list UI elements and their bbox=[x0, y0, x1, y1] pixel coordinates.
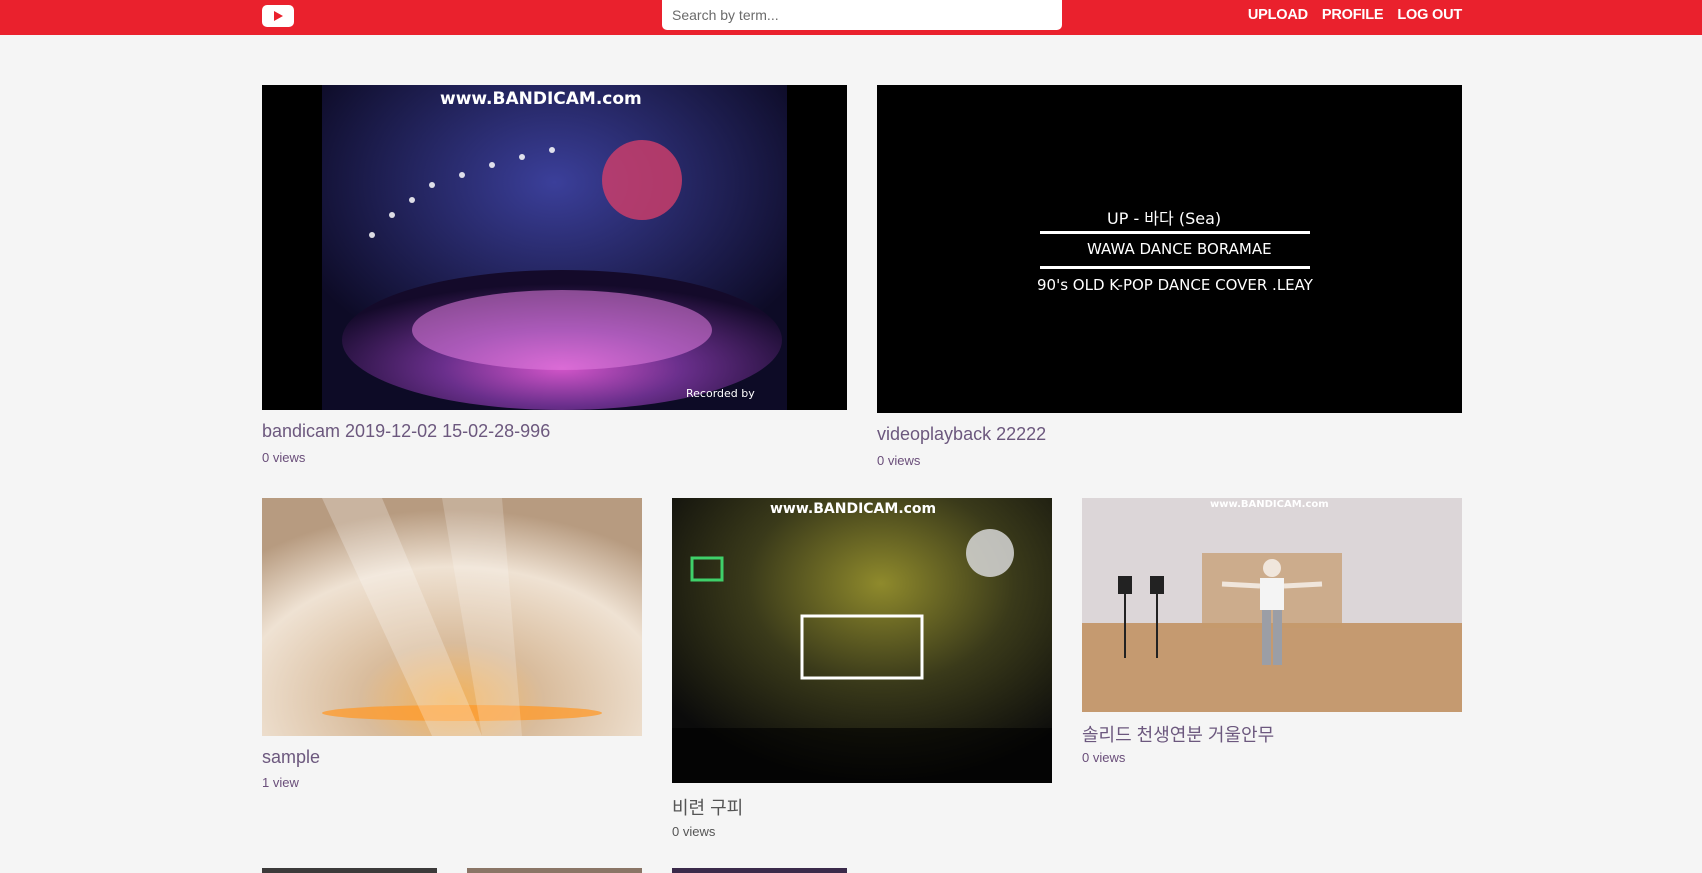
divider bbox=[1040, 266, 1310, 269]
watermark-text: www.BANDICAM.com bbox=[440, 89, 642, 109]
video-title[interactable]: bandicam 2019-12-02 15-02-28-996 bbox=[262, 421, 550, 442]
video-views: 1 view bbox=[262, 775, 299, 790]
video-thumbnail[interactable]: www.BANDICAM.com bbox=[1082, 498, 1462, 712]
video-title[interactable]: videoplayback 22222 bbox=[877, 424, 1046, 445]
video-title[interactable]: 비련 구피 bbox=[672, 794, 743, 820]
tv-show-image bbox=[672, 498, 1052, 783]
video-views: 0 views bbox=[672, 824, 716, 839]
video-thumbnail[interactable] bbox=[262, 868, 437, 873]
logout-link[interactable]: LOG OUT bbox=[1397, 7, 1462, 23]
video-thumbnail[interactable]: UP - 바다 (Sea) WAWA DANCE BORAMAE 90's OL… bbox=[877, 85, 1462, 413]
video-title[interactable]: 솔리드 천생연분 거울안무 bbox=[1082, 721, 1274, 747]
video-thumbnail[interactable] bbox=[672, 868, 847, 873]
watermark-text: www.BANDICAM.com bbox=[1210, 499, 1329, 510]
search-input[interactable] bbox=[662, 0, 1062, 30]
thumbnail-caption-line: WAWA DANCE BORAMAE bbox=[1087, 240, 1272, 258]
video-title[interactable]: sample bbox=[262, 747, 320, 768]
concert-stage-image bbox=[322, 85, 787, 410]
recorded-by-text: Recorded by bbox=[686, 387, 755, 400]
top-nav: UPLOAD PROFILE LOG OUT bbox=[1248, 0, 1462, 30]
video-thumbnail[interactable] bbox=[467, 868, 642, 873]
light-rays-image bbox=[262, 498, 642, 736]
youtube-logo-icon[interactable] bbox=[262, 5, 294, 27]
profile-link[interactable]: PROFILE bbox=[1322, 7, 1384, 23]
video-views: 0 views bbox=[1082, 750, 1126, 765]
watermark-text: www.BANDICAM.com bbox=[770, 501, 937, 517]
upload-link[interactable]: UPLOAD bbox=[1248, 7, 1308, 23]
video-thumbnail[interactable] bbox=[262, 498, 642, 736]
video-views: 0 views bbox=[262, 450, 306, 465]
thumbnail-caption-line: UP - 바다 (Sea) bbox=[1107, 209, 1222, 228]
play-icon bbox=[274, 11, 283, 21]
top-bar: UPLOAD PROFILE LOG OUT bbox=[0, 0, 1702, 35]
video-views: 0 views bbox=[877, 453, 921, 468]
thumbnail-caption-line: 90's OLD K-POP DANCE COVER .LEAY bbox=[1037, 276, 1313, 294]
divider bbox=[1040, 231, 1310, 234]
dance-studio-image bbox=[1082, 498, 1462, 712]
video-thumbnail[interactable]: www.BANDICAM.com bbox=[672, 498, 1052, 783]
video-thumbnail[interactable]: www.BANDICAM.com Recorded by bbox=[262, 85, 847, 410]
